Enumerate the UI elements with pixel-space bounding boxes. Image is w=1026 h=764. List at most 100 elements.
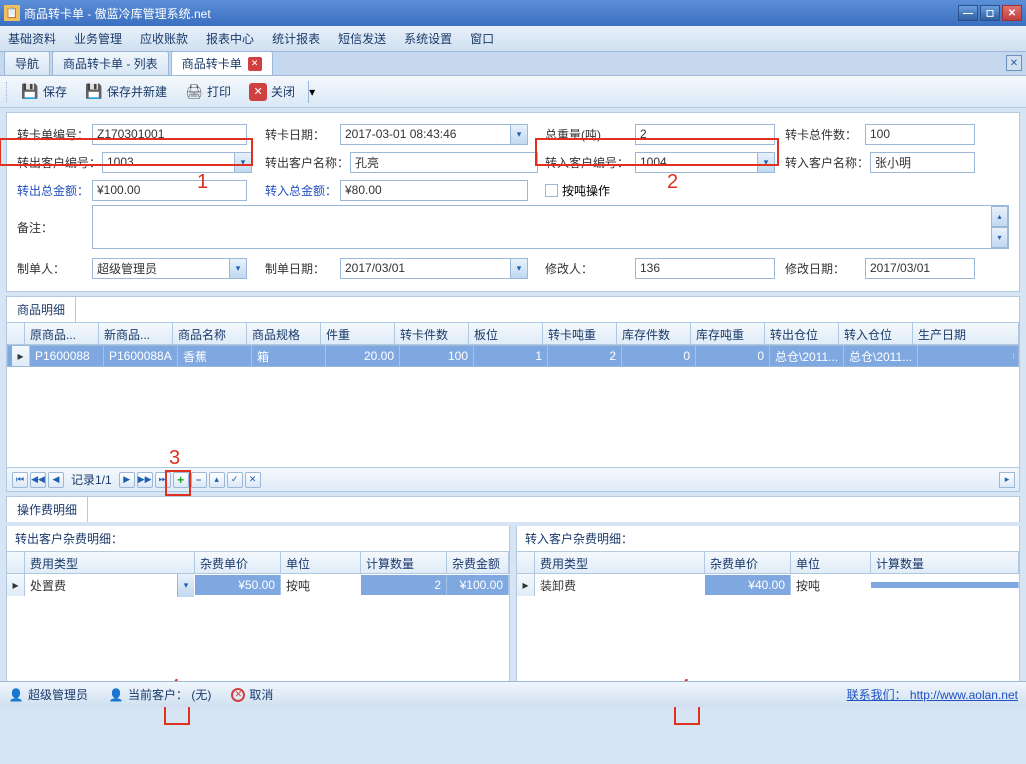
order-no-input[interactable]: Z170301001 [92,124,247,145]
menu-report[interactable]: 报表中心 [206,30,254,47]
window-close-button[interactable]: ✕ [1002,5,1022,21]
status-bar: 👤 超级管理员 👤 当前客户： (无) ✕ 取消 联系我们： http://ww… [0,681,1026,707]
col-stock-pcs[interactable]: 库存件数 [617,323,691,344]
toolbar-overflow[interactable]: ▾ [308,81,318,103]
col-stock-ton[interactable]: 库存吨重 [691,323,765,344]
nav-next-button[interactable]: ▶ [119,472,135,488]
in-fee-title: 转入客户杂费明细： [517,526,1019,552]
menu-window[interactable]: 窗口 [470,30,494,47]
out-fee-title: 转出客户杂费明细： [7,526,509,552]
dropdown-icon[interactable]: ▾ [229,259,246,278]
tab-list[interactable]: 商品转卡单 - 列表 [52,51,169,75]
weight-input[interactable]: 2 [635,124,775,145]
tabs-close-button[interactable]: ✕ [1006,55,1022,71]
out-fee-row[interactable]: ▸ 处置费▾ ¥50.00 按吨 2 ¥100.00 [7,574,509,596]
count-label: 转卡总件数： [785,126,865,143]
dropdown-icon[interactable]: ▾ [510,259,527,278]
out-col-unit[interactable]: 单位 [281,552,361,573]
nav-remove-button[interactable]: − [191,472,207,488]
moder-input[interactable]: 136 [635,258,775,279]
col-in-loc[interactable]: 转入仓位 [839,323,913,344]
nav-prev-button[interactable]: ◀ [48,472,64,488]
fee-panel: 操作费明细 [6,496,1020,522]
out-col-price[interactable]: 杂费单价 [195,552,281,573]
col-prod-date[interactable]: 生产日期 [913,323,1019,344]
in-fee-row[interactable]: ▸ 装卸费 ¥40.00 按吨 [517,574,1019,596]
row-indicator-icon: ▸ [517,574,535,596]
col-weight[interactable]: 件重 [321,323,395,344]
status-cancel-button[interactable]: ✕ 取消 [231,686,273,703]
in-cust-name-input[interactable]: 张小明 [870,152,975,173]
product-navigator: ⏮ ◀◀ ◀ 记录1/1 ▶ ▶▶ ⏭ + − ▴ ✓ ✕ ▸ [7,467,1019,491]
col-pieces[interactable]: 转卡件数 [395,323,469,344]
col-out-loc[interactable]: 转出仓位 [765,323,839,344]
col-orig-code[interactable]: 原商品... [25,323,99,344]
nav-check-button[interactable]: ✓ [227,472,243,488]
col-new-code[interactable]: 新商品... [99,323,173,344]
col-spec[interactable]: 商品规格 [247,323,321,344]
make-date-label: 制单日期： [265,260,340,277]
nav-last-button[interactable]: ⏭ [155,472,171,488]
dropdown-icon[interactable]: ▾ [757,153,774,172]
col-name[interactable]: 商品名称 [173,323,247,344]
out-col-amount[interactable]: 杂费金额 [447,552,509,573]
in-cust-no-label: 转入客户编号： [545,154,635,171]
mod-date-input[interactable]: 2017/03/01 [865,258,975,279]
dropdown-icon[interactable]: ▾ [234,153,251,172]
in-total-input[interactable]: ¥80.00 [340,180,528,201]
nav-add-button[interactable]: + [173,472,189,488]
scroll-down-icon[interactable]: ▾ [991,227,1008,248]
tab-close-icon[interactable]: ✕ [248,57,262,71]
menu-settings[interactable]: 系统设置 [404,30,452,47]
in-col-unit[interactable]: 单位 [791,552,871,573]
nav-prevpage-button[interactable]: ◀◀ [30,472,46,488]
out-total-input[interactable]: ¥100.00 [92,180,247,201]
save-button[interactable]: 💾 保存 [14,79,74,105]
maker-label: 制单人： [17,260,92,277]
tab-form[interactable]: 商品转卡单 ✕ [171,51,273,75]
menu-receivable[interactable]: 应收账款 [140,30,188,47]
print-button[interactable]: 🖨 打印 [178,79,238,105]
save-icon: 💾 [21,83,39,101]
product-grid: 原商品... 新商品... 商品名称 商品规格 件重 转卡件数 板位 转卡吨重 … [7,323,1019,467]
date-input[interactable]: 2017-03-01 08:43:46▾ [340,124,528,145]
out-cust-no-select[interactable]: 1003▾ [102,152,252,173]
dropdown-icon[interactable]: ▾ [510,125,527,144]
minimize-button[interactable]: — [958,5,978,21]
fee-panel-title: 操作费明细 [6,496,88,522]
close-button[interactable]: ✕ 关闭 [242,79,302,105]
in-total-label: 转入总金额： [265,182,340,199]
out-cust-name-input[interactable]: 孔亮 [350,152,538,173]
out-col-type[interactable]: 费用类型 [25,552,195,573]
nav-scroll-right[interactable]: ▸ [999,472,1015,488]
remark-textarea[interactable]: ▴▾ [92,205,1009,249]
menu-business[interactable]: 业务管理 [74,30,122,47]
in-col-type[interactable]: 费用类型 [535,552,705,573]
scroll-up-icon[interactable]: ▴ [991,206,1008,227]
make-date-input[interactable]: 2017/03/01▾ [340,258,528,279]
maker-select[interactable]: 超级管理员▾ [92,258,247,279]
col-ton[interactable]: 转卡吨重 [543,323,617,344]
save-new-button[interactable]: 💾 保存并新建 [78,79,174,105]
count-input[interactable]: 100 [865,124,975,145]
nav-up-button[interactable]: ▴ [209,472,225,488]
status-cust-label: 当前客户： [128,686,188,703]
nav-first-button[interactable]: ⏮ [12,472,28,488]
in-col-price[interactable]: 杂费单价 [705,552,791,573]
menu-sms[interactable]: 短信发送 [338,30,386,47]
col-pallet[interactable]: 板位 [469,323,543,344]
menu-stats[interactable]: 统计报表 [272,30,320,47]
product-row[interactable]: ▸ P1600088 P1600088A 香蕉 箱 20.00 100 1 2 … [7,345,1019,367]
nav-nextpage-button[interactable]: ▶▶ [137,472,153,488]
annotation-3: 3 [169,447,180,470]
out-col-qty[interactable]: 计算数量 [361,552,447,573]
nav-cancel-button[interactable]: ✕ [245,472,261,488]
by-ton-checkbox[interactable] [545,184,558,197]
dropdown-icon[interactable]: ▾ [177,574,194,597]
in-col-qty[interactable]: 计算数量 [871,552,1019,573]
menu-basic[interactable]: 基础资料 [8,30,56,47]
contact-link[interactable]: 联系我们： http://www.aolan.net [847,686,1018,703]
maximize-button[interactable]: ◻ [980,5,1000,21]
tab-nav[interactable]: 导航 [4,51,50,75]
in-cust-no-select[interactable]: 1004▾ [635,152,775,173]
